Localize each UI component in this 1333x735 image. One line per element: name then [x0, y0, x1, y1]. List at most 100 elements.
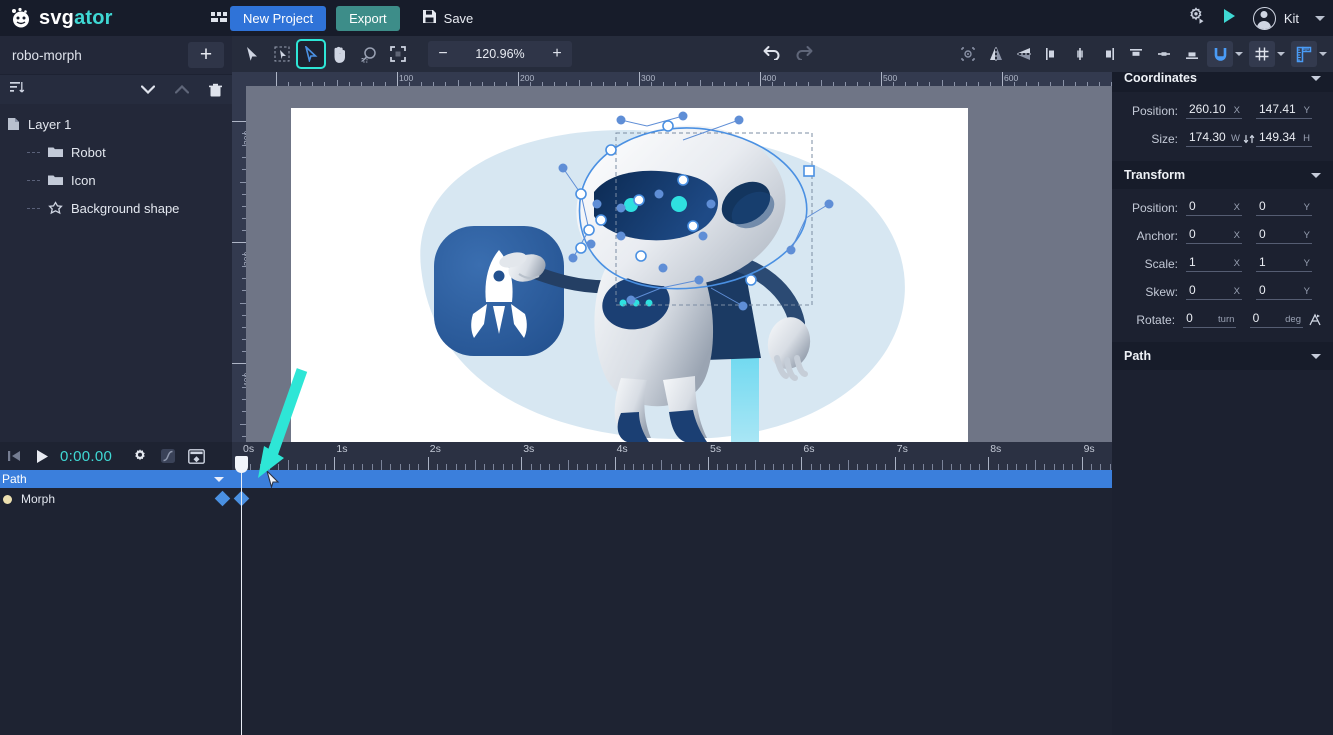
- layer-item-icon[interactable]: Icon: [0, 166, 232, 194]
- rotate-direction-icon[interactable]: [1308, 313, 1321, 326]
- undo-icon[interactable]: [762, 44, 782, 65]
- canvas-horizontal-ruler[interactable]: 100 200 300 400 500 600: [232, 72, 1112, 86]
- ruler-minor-tick: [288, 82, 290, 86]
- size-h-field[interactable]: 149.34 H: [1256, 130, 1312, 147]
- layer-item-robot[interactable]: Robot: [0, 138, 232, 166]
- node-edit-tool[interactable]: [296, 39, 326, 69]
- playhead-handle[interactable]: [235, 456, 248, 473]
- ruler-minor-tick: [242, 338, 246, 340]
- track-header-path[interactable]: Path: [0, 470, 232, 488]
- transform-section-header[interactable]: Transform: [1112, 161, 1333, 189]
- track-row-path[interactable]: [232, 470, 1112, 488]
- row-y-field[interactable]: 0Y: [1256, 227, 1312, 244]
- chevron-down-icon[interactable]: [1311, 353, 1321, 359]
- easing-curve-icon[interactable]: [154, 442, 182, 470]
- move-down-icon[interactable]: [141, 85, 155, 94]
- chevron-down-icon[interactable]: [1311, 75, 1321, 81]
- skip-to-start-icon[interactable]: [0, 442, 28, 470]
- row-x-field[interactable]: 0 turn: [1183, 311, 1237, 328]
- user-menu[interactable]: Kit: [1252, 6, 1299, 30]
- align-center-horizontal-icon[interactable]: [1067, 41, 1093, 67]
- star-path-icon: [48, 201, 63, 215]
- size-w-field[interactable]: 174.30 W: [1186, 130, 1242, 147]
- path-section-header[interactable]: Path: [1112, 342, 1333, 370]
- animation-settings-icon[interactable]: [1187, 6, 1206, 30]
- align-middle-vertical-icon[interactable]: [1151, 41, 1177, 67]
- ruler-minor-tick: [481, 82, 483, 86]
- align-left-icon[interactable]: [1039, 41, 1065, 67]
- zoom-in-button[interactable]: +: [542, 41, 572, 67]
- row-x-unit: X: [1233, 258, 1240, 269]
- property-row-morph[interactable]: Morph: [0, 488, 232, 510]
- new-project-button[interactable]: New Project: [230, 5, 327, 31]
- ruler-minor-tick: [578, 80, 580, 86]
- preview-play-icon[interactable]: [1222, 8, 1237, 29]
- keyframe-panel-icon[interactable]: [182, 442, 210, 470]
- chevron-down-icon[interactable]: [1315, 15, 1325, 21]
- magnet-icon[interactable]: [1207, 41, 1233, 67]
- ruler-minor-tick: [445, 82, 447, 86]
- link-ratio-icon[interactable]: [1242, 133, 1256, 145]
- select-tool[interactable]: [240, 41, 266, 67]
- layer-item-layer-1[interactable]: Layer 1: [0, 110, 232, 138]
- current-time[interactable]: 0:00.00: [60, 448, 122, 465]
- ruler-options-chevron-icon[interactable]: [1319, 52, 1327, 56]
- canvas-stage[interactable]: [246, 86, 1112, 442]
- timeline-playhead[interactable]: [241, 456, 242, 735]
- add-layer-button[interactable]: +: [188, 42, 224, 68]
- ruler-minor-tick: [844, 82, 846, 86]
- timeline-ruler[interactable]: 0s1s2s3s4s5s6s7s8s9s10s11s: [232, 442, 1112, 470]
- position-y-field[interactable]: 147.41 Y: [1256, 102, 1312, 119]
- selection-handle[interactable]: [803, 165, 815, 177]
- row-y-field[interactable]: 0 deg: [1249, 311, 1303, 328]
- position-label: Position:: [1131, 103, 1178, 118]
- zoom-value[interactable]: 120.96%: [458, 47, 542, 61]
- redo-icon[interactable]: [794, 44, 814, 65]
- trash-icon[interactable]: [209, 83, 222, 97]
- row-y-field[interactable]: 1Y: [1256, 255, 1312, 272]
- align-top-icon[interactable]: [1123, 41, 1149, 67]
- chevron-down-icon[interactable]: [214, 476, 224, 482]
- ruler-minor-tick: [917, 82, 919, 86]
- play-button[interactable]: [28, 442, 56, 470]
- row-x-value: 0: [1189, 199, 1196, 213]
- flip-vertical-icon[interactable]: [1011, 41, 1037, 67]
- property-name: Morph: [21, 492, 56, 506]
- zoom-out-button[interactable]: −: [428, 41, 458, 67]
- row-y-unit: deg: [1285, 314, 1301, 325]
- ruler-minor-tick: [856, 82, 858, 86]
- ruler-minor-tick: [1062, 80, 1064, 86]
- ruler-icon[interactable]: [1291, 41, 1317, 67]
- row-y-field[interactable]: 0Y: [1256, 283, 1312, 300]
- snap-options-chevron-icon[interactable]: [1235, 52, 1243, 56]
- gear-icon[interactable]: [126, 442, 154, 470]
- move-up-icon[interactable]: [175, 85, 189, 94]
- row-x-field[interactable]: 0X: [1186, 199, 1242, 216]
- fit-screen-icon[interactable]: [385, 41, 411, 67]
- canvas-vertical-ruler[interactable]: 200 300 400: [232, 86, 246, 442]
- magnifier-icon[interactable]: [356, 41, 382, 67]
- export-button[interactable]: Export: [336, 5, 400, 31]
- flip-horizontal-icon[interactable]: [983, 41, 1009, 67]
- row-y-field[interactable]: 0Y: [1256, 199, 1312, 216]
- align-bottom-icon[interactable]: [1179, 41, 1205, 67]
- ruler-major-tick: [232, 121, 246, 122]
- artboard[interactable]: [291, 108, 968, 442]
- save-button[interactable]: Save: [422, 9, 473, 27]
- grid-hash-icon[interactable]: [1249, 41, 1275, 67]
- position-x-field[interactable]: 260.10 X: [1186, 102, 1242, 119]
- center-origin-icon[interactable]: [955, 41, 981, 67]
- row-x-field[interactable]: 0X: [1186, 227, 1242, 244]
- row-x-field[interactable]: 0X: [1186, 283, 1242, 300]
- layer-item-background-shape[interactable]: Background shape: [0, 194, 232, 222]
- row-x-unit: X: [1233, 202, 1240, 213]
- align-right-icon[interactable]: [1095, 41, 1121, 67]
- grid-options-chevron-icon[interactable]: [1277, 52, 1285, 56]
- grid-icon[interactable]: [208, 7, 230, 29]
- hand-icon[interactable]: [327, 41, 353, 67]
- transform-tool[interactable]: [269, 41, 295, 67]
- timeline-minor-tick: [941, 460, 943, 470]
- row-x-field[interactable]: 1X: [1186, 255, 1242, 272]
- chevron-down-icon[interactable]: [1311, 172, 1321, 178]
- sort-layers-icon[interactable]: [10, 81, 25, 99]
